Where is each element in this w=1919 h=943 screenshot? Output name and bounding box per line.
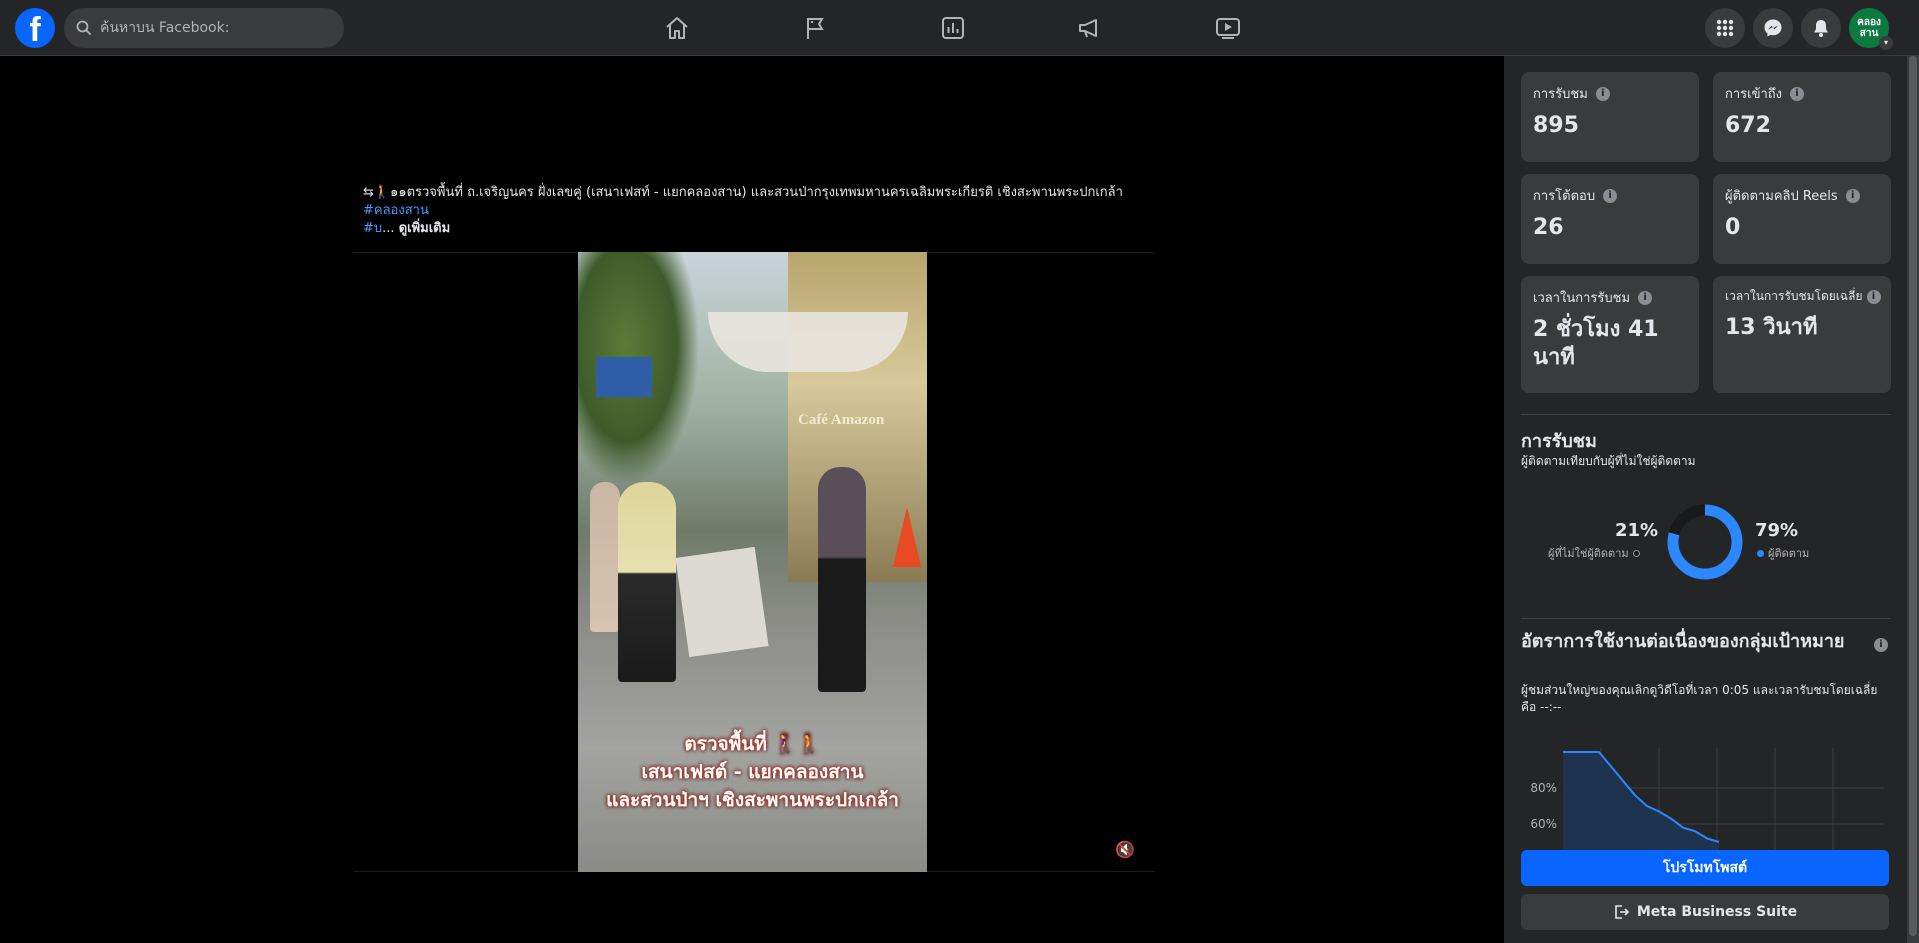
nav-insights[interactable]: [898, 0, 1008, 56]
messenger-button[interactable]: [1753, 8, 1793, 48]
messenger-icon: [1764, 19, 1782, 37]
video-billboard: [596, 357, 652, 397]
nav-pages[interactable]: [761, 0, 871, 56]
stat-label: การเข้าถึง: [1725, 87, 1783, 102]
stat-label: การรับชม: [1533, 87, 1588, 102]
legend-dot: [1757, 549, 1764, 557]
video-caption-line: เสนาเฟสต์ - แยกคลองสาน: [641, 761, 864, 783]
stat-card-watch-time: เวลาในการรับชม i 2 ชั่วโมง 41 นาที: [1521, 276, 1699, 393]
followers-percent: 79%: [1755, 520, 1799, 541]
info-icon[interactable]: i: [1790, 86, 1805, 101]
megaphone-icon: [1079, 19, 1097, 38]
stat-card-views: การรับชม i 895: [1521, 72, 1699, 162]
non-followers-percent: 21%: [1615, 520, 1659, 541]
search-box[interactable]: [64, 8, 344, 48]
info-icon[interactable]: i: [1845, 188, 1860, 203]
video-caption-line: ตรวจพื้นที่ 🚶‍♀️🚶: [684, 733, 821, 755]
video-caption-line: และสวนป่าฯ เชิงสะพานพระปกเกล้า: [606, 789, 899, 811]
scrollbar-thumb[interactable]: [1909, 56, 1917, 936]
retention-section-title: อัตราการใช้งานต่อเนื่องของกลุ่มเป้าหมาย: [1521, 631, 1845, 652]
hashtag-link[interactable]: #บ: [363, 221, 382, 236]
mute-icon[interactable]: 🔇: [1115, 840, 1135, 859]
bell-icon: [1814, 20, 1828, 37]
video-traffic-cone: [893, 507, 921, 567]
video-player[interactable]: Café Amazon ตรวจพื้นที่ 🚶‍♀️🚶 เสนาเฟสต์ …: [578, 252, 927, 872]
video-person: [618, 482, 676, 682]
stat-value: 2 ชั่วโมง 41 นาที: [1533, 317, 1659, 370]
donut-svg: [1667, 504, 1743, 580]
meta-business-suite-button[interactable]: Meta Business Suite: [1521, 894, 1889, 930]
video-sign-board: [675, 546, 769, 658]
meta-business-suite-label: Meta Business Suite: [1636, 904, 1798, 920]
caption-text: ⇆🚶๑๑ตรวจพื้นที่ ถ.เจริญนคร ฝั่งเลขคู่ (เ…: [363, 185, 1123, 200]
panel-scrollbar[interactable]: [1907, 56, 1919, 943]
stat-card-avg-watch-time: เวลาในการรับชมโดยเฉลี่ย i 13 วินาที: [1713, 276, 1891, 393]
caption-ellipsis: ...: [382, 221, 395, 236]
video-caption: ตรวจพื้นที่ 🚶‍♀️🚶 เสนาเฟสต์ - แยกคลองสาน…: [578, 730, 927, 814]
stat-value: 26: [1533, 215, 1564, 240]
search-icon: [76, 20, 92, 36]
y-tick-label: 60%: [1530, 817, 1557, 831]
video-storefront-sign: Café Amazon: [798, 412, 885, 428]
retention-chart: 80% 60%: [1521, 740, 1884, 850]
info-icon[interactable]: i: [1638, 290, 1653, 305]
stat-value: 13 วินาที: [1725, 315, 1818, 340]
insights-icon: [942, 17, 964, 39]
profile-avatar[interactable]: คลอง สาน ▾: [1849, 8, 1893, 50]
info-icon[interactable]: i: [1603, 188, 1618, 203]
nav-ads[interactable]: [1035, 0, 1145, 56]
promote-post-button[interactable]: โปรโมทโพสต์: [1521, 850, 1889, 886]
followers-legend: ผู้ติดตาม: [1757, 544, 1809, 562]
notifications-button[interactable]: [1801, 8, 1841, 48]
video-person: [590, 482, 620, 632]
info-icon[interactable]: i: [1874, 638, 1888, 652]
stat-value: 895: [1533, 113, 1579, 138]
nav-home[interactable]: [622, 0, 732, 56]
retention-chart-svg: 80% 60%: [1530, 748, 1884, 850]
y-tick-label: 80%: [1530, 781, 1557, 795]
stat-label: เวลาในการรับชม: [1533, 291, 1631, 306]
avatar-text: คลอง สาน: [1857, 17, 1881, 39]
search-input[interactable]: [100, 20, 320, 36]
home-icon: [666, 17, 688, 39]
stat-value: 0: [1725, 215, 1741, 240]
non-followers-legend: ผู้ที่ไม่ใช่ผู้ติดตาม: [1548, 544, 1640, 562]
stat-label: การโต้ตอบ: [1533, 189, 1596, 204]
video-icon: [1216, 18, 1240, 39]
stat-card-interactions: การโต้ตอบ i 26: [1521, 174, 1699, 264]
stat-label: เวลาในการรับชมโดยเฉลี่ย: [1725, 289, 1863, 303]
info-icon[interactable]: i: [1595, 86, 1610, 101]
views-section-subtitle: ผู้ติดตามเทียบกับผู้ที่ไม่ใช่ผู้ติดตาม: [1521, 454, 1696, 468]
section-divider: [1521, 414, 1891, 415]
facebook-logo[interactable]: f: [15, 8, 55, 49]
retention-section-subtitle: ผู้ชมส่วนใหญ่ของคุณเลิกดูวิดีโอที่เวลา 0…: [1521, 683, 1878, 714]
section-divider: [1521, 618, 1891, 619]
video-person: [818, 467, 866, 692]
post-caption: ⇆🚶๑๑ตรวจพื้นที่ ถ.เจริญนคร ฝั่งเลขคู่ (เ…: [363, 184, 1158, 238]
nav-video[interactable]: [1173, 0, 1283, 56]
video-awning: [708, 312, 908, 372]
menu-button[interactable]: [1705, 8, 1745, 48]
legend-label: ผู้ที่ไม่ใช่ผู้ติดตาม: [1548, 547, 1629, 560]
see-more-link[interactable]: ดูเพิ่มเติม: [399, 221, 450, 236]
top-navigation-bar: f คลอง สาน ▾: [0, 0, 1919, 56]
followers-donut-chart: [1666, 503, 1744, 581]
hashtag-link[interactable]: #คลองสาน: [363, 203, 429, 218]
header-actions: คลอง สาน ▾: [1705, 8, 1893, 50]
views-section-title: การรับชม: [1521, 431, 1597, 452]
stat-label: ผู้ติดตามคลิป Reels: [1725, 189, 1838, 204]
external-link-icon: [1615, 905, 1629, 919]
stat-value: 672: [1725, 113, 1771, 138]
chevron-down-icon[interactable]: ▾: [1879, 36, 1893, 50]
flag-icon: [807, 18, 824, 39]
grid-menu-icon: [1716, 19, 1734, 37]
stat-card-reach: การเข้าถึง i 672: [1713, 72, 1891, 162]
legend-dot: [1632, 549, 1640, 557]
info-icon[interactable]: i: [1866, 289, 1881, 304]
stat-card-reels-followers: ผู้ติดตามคลิป Reels i 0: [1713, 174, 1891, 264]
legend-label: ผู้ติดตาม: [1768, 547, 1810, 560]
